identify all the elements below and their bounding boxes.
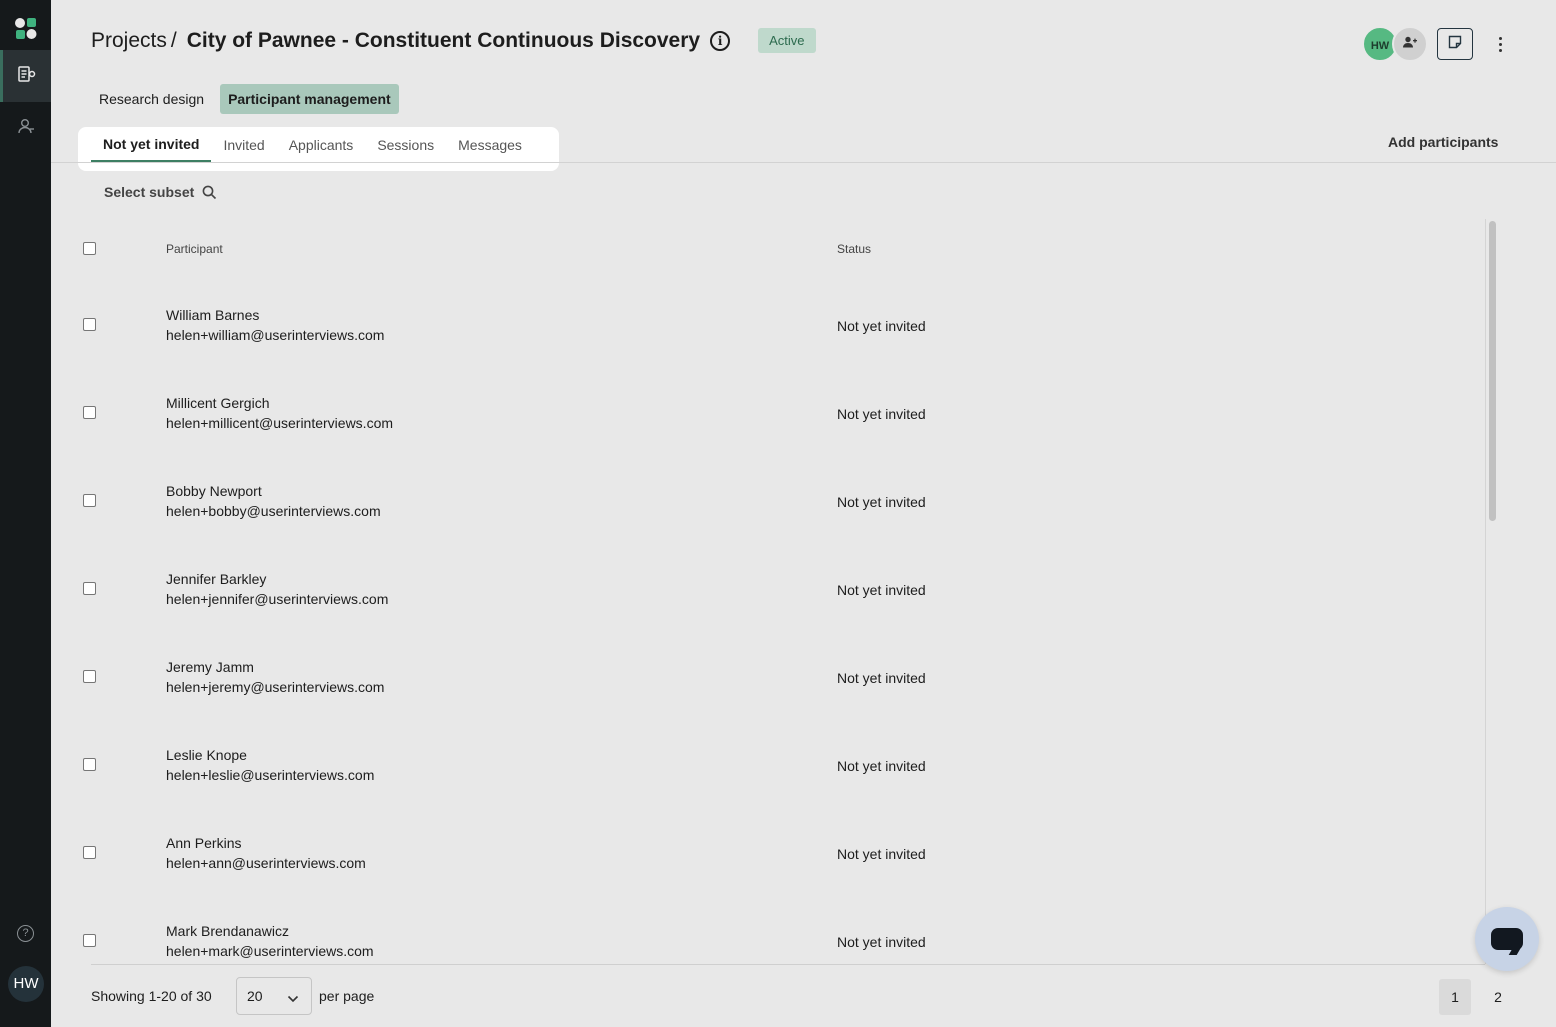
participant-status: Not yet invited bbox=[837, 670, 926, 686]
participant-email: helen+bobby@userinterviews.com bbox=[166, 503, 381, 519]
row-checkbox[interactable] bbox=[83, 494, 96, 507]
participant-email: helen+jennifer@userinterviews.com bbox=[166, 591, 389, 607]
participants-icon bbox=[17, 118, 35, 139]
row-checkbox[interactable] bbox=[83, 758, 96, 771]
sticky-note-icon bbox=[1448, 35, 1462, 54]
participant-email: helen+millicent@userinterviews.com bbox=[166, 415, 394, 431]
participant-status: Not yet invited bbox=[837, 406, 926, 422]
participant-name[interactable]: Leslie Knope bbox=[166, 747, 247, 763]
pagination-summary: Showing 1-20 of 30 bbox=[91, 988, 212, 1004]
row-checkbox[interactable] bbox=[83, 846, 96, 859]
row-checkbox[interactable] bbox=[83, 670, 96, 683]
dot bbox=[1498, 42, 1502, 46]
main-tabs: Research design Participant management bbox=[91, 84, 407, 114]
divider bbox=[91, 964, 1485, 965]
participant-email: helen+mark@userinterviews.com bbox=[166, 943, 374, 959]
participant-email: helen+william@userinterviews.com bbox=[166, 327, 385, 343]
table-row: Bobby Newport helen+bobby@userinterviews… bbox=[78, 458, 1478, 546]
participant-status: Not yet invited bbox=[837, 934, 926, 950]
row-checkbox[interactable] bbox=[83, 934, 96, 947]
table-row: Millicent Gergich helen+millicent@userin… bbox=[78, 370, 1478, 458]
participant-status: Not yet invited bbox=[837, 494, 926, 510]
divider bbox=[51, 162, 1556, 163]
status-badge: Active bbox=[758, 28, 816, 53]
tab-applicants[interactable]: Applicants bbox=[277, 127, 366, 162]
app-logo[interactable] bbox=[14, 16, 38, 40]
page-title: City of Pawnee - Constituent Continuous … bbox=[186, 28, 701, 52]
dot bbox=[1498, 48, 1502, 52]
tab-not-yet-invited[interactable]: Not yet invited bbox=[91, 127, 212, 162]
add-person-icon bbox=[1403, 35, 1417, 53]
table-row: William Barnes helen+william@userintervi… bbox=[78, 282, 1478, 370]
tab-invited[interactable]: Invited bbox=[211, 127, 276, 162]
projects-icon bbox=[17, 65, 37, 88]
table-row: Jeremy Jamm helen+jeremy@userinterviews.… bbox=[78, 634, 1478, 722]
participant-name[interactable]: Jennifer Barkley bbox=[166, 571, 266, 587]
user-avatar[interactable]: HW bbox=[8, 966, 44, 1002]
more-options-button[interactable] bbox=[1490, 32, 1510, 56]
participant-name[interactable]: William Barnes bbox=[166, 307, 259, 323]
column-header-participant[interactable]: Participant bbox=[166, 242, 223, 256]
row-checkbox[interactable] bbox=[83, 318, 96, 331]
participant-email: helen+leslie@userinterviews.com bbox=[166, 767, 375, 783]
participant-name[interactable]: Ann Perkins bbox=[166, 835, 241, 851]
participant-status: Not yet invited bbox=[837, 318, 926, 334]
chat-icon bbox=[1491, 928, 1523, 950]
notes-button[interactable] bbox=[1437, 28, 1473, 60]
per-page-label: per page bbox=[319, 988, 375, 1004]
tab-participant-management[interactable]: Participant management bbox=[220, 84, 399, 114]
sidebar-item-projects[interactable] bbox=[0, 50, 51, 102]
participant-name[interactable]: Millicent Gergich bbox=[166, 395, 269, 411]
tab-messages[interactable]: Messages bbox=[446, 127, 534, 162]
table-scrollbar[interactable] bbox=[1485, 219, 1499, 964]
row-checkbox[interactable] bbox=[83, 406, 96, 419]
participant-status: Not yet invited bbox=[837, 582, 926, 598]
table-row: Jennifer Barkley helen+jennifer@userinte… bbox=[78, 546, 1478, 634]
chat-support-button[interactable] bbox=[1475, 907, 1539, 971]
select-subset-label: Select subset bbox=[104, 184, 195, 200]
participant-status: Not yet invited bbox=[837, 846, 926, 862]
page-button-1[interactable]: 1 bbox=[1439, 979, 1471, 1015]
participant-name[interactable]: Mark Brendanawicz bbox=[166, 923, 289, 939]
scrollbar-thumb[interactable] bbox=[1489, 221, 1496, 521]
help-icon[interactable]: ? bbox=[17, 925, 34, 942]
table-row: Mark Brendanawicz helen+mark@userintervi… bbox=[78, 898, 1478, 964]
sidebar-item-participants[interactable] bbox=[0, 102, 51, 154]
add-team-member-button[interactable] bbox=[1392, 26, 1428, 62]
table-row: Leslie Knope helen+leslie@userinterviews… bbox=[78, 722, 1478, 810]
participant-email: helen+ann@userinterviews.com bbox=[166, 855, 366, 871]
info-icon[interactable]: i bbox=[710, 30, 731, 51]
breadcrumb-separator: / bbox=[170, 28, 177, 52]
breadcrumb-projects-link[interactable]: Projects bbox=[91, 29, 167, 53]
select-subset-button[interactable]: Select subset bbox=[104, 184, 217, 200]
chevron-down-icon bbox=[287, 990, 299, 1006]
sidebar: ? HW bbox=[0, 0, 51, 1027]
per-page-value: 20 bbox=[247, 988, 263, 1004]
add-participants-button[interactable]: Add participants bbox=[1388, 134, 1498, 150]
tab-research-design[interactable]: Research design bbox=[91, 84, 212, 114]
participant-name[interactable]: Bobby Newport bbox=[166, 483, 262, 499]
participant-name[interactable]: Jeremy Jamm bbox=[166, 659, 254, 675]
participant-status: Not yet invited bbox=[837, 758, 926, 774]
tab-sessions[interactable]: Sessions bbox=[365, 127, 446, 162]
column-header-status[interactable]: Status bbox=[837, 242, 871, 256]
select-all-checkbox[interactable] bbox=[83, 242, 96, 255]
row-checkbox[interactable] bbox=[83, 582, 96, 595]
participant-email: helen+jeremy@userinterviews.com bbox=[166, 679, 385, 695]
table-row: Ann Perkins helen+ann@userinterviews.com… bbox=[78, 810, 1478, 898]
breadcrumb: Projects / City of Pawnee - Constituent … bbox=[91, 28, 816, 53]
per-page-select[interactable]: 20 bbox=[236, 977, 312, 1015]
participant-status-tabs: Not yet invited Invited Applicants Sessi… bbox=[78, 127, 559, 171]
page-button-2[interactable]: 2 bbox=[1482, 979, 1514, 1015]
dot bbox=[1498, 36, 1502, 40]
search-icon bbox=[202, 185, 217, 200]
